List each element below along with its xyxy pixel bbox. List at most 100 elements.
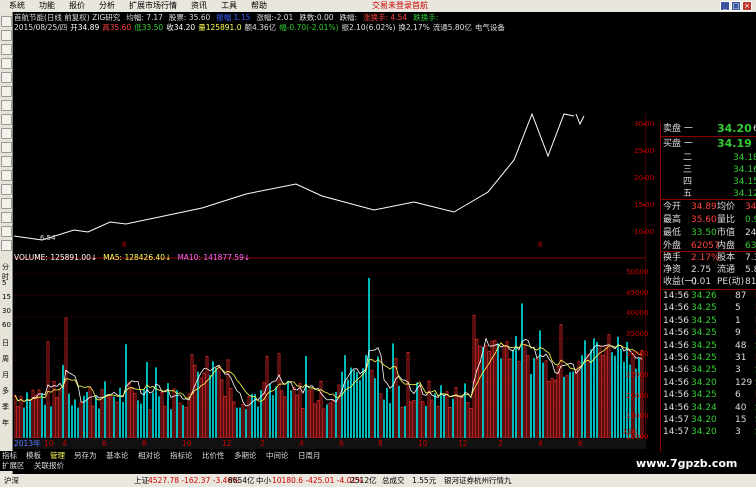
volume-bar — [398, 385, 400, 438]
volume-bar — [368, 278, 370, 438]
menu-item-quote[interactable]: 报价 — [62, 0, 92, 12]
menu-item-analysis[interactable]: 分析 — [92, 0, 122, 12]
trade-login-link[interactable]: 交易未登录 — [372, 0, 412, 12]
tool-icon-9[interactable] — [1, 128, 12, 139]
tool-icon-5[interactable] — [1, 72, 12, 83]
period-quarter[interactable]: 季 — [2, 402, 12, 412]
tool-icon-1[interactable] — [1, 16, 12, 27]
period-multi[interactable]: 多 — [2, 386, 12, 396]
menu-item-function[interactable]: 功能 — [32, 0, 62, 12]
tick-row: 87 — [735, 291, 747, 301]
extension-tab-0[interactable]: 扩展区 — [2, 461, 25, 471]
tick-row: 14:56 — [663, 353, 689, 363]
stat-row: 249.7亿 — [745, 228, 756, 238]
volume-bar — [58, 389, 62, 438]
low-label: 6.54 — [40, 234, 56, 242]
volume-bar — [215, 367, 217, 438]
maximize-button[interactable]: □ — [731, 1, 741, 11]
volume-bar — [469, 408, 473, 438]
indicator-tab-3[interactable]: 另存为 — [74, 451, 97, 461]
volume-bar — [223, 396, 227, 438]
indicator-tab-2[interactable]: 管理 — [50, 451, 65, 461]
price-chart[interactable] — [14, 34, 646, 264]
tool-icon-8[interactable] — [1, 114, 12, 125]
volume-bar — [472, 314, 476, 438]
volume-bar — [239, 407, 241, 438]
stat-row: 市值 — [717, 228, 736, 238]
period-15[interactable]: 15 — [2, 292, 12, 302]
tool-icon-11[interactable] — [1, 156, 12, 167]
menu-item-news[interactable]: 资讯 — [184, 0, 214, 12]
volume-bar — [275, 386, 277, 438]
period-30[interactable]: 30 — [2, 306, 12, 316]
volume-bar — [163, 405, 167, 438]
volume-bar — [77, 407, 79, 438]
menu-item-help[interactable]: 帮助 — [244, 0, 274, 12]
indicator-tab-6[interactable]: 指标论 — [170, 451, 193, 461]
price-axis-tick: 25.00 — [634, 147, 655, 155]
menu-item-system[interactable]: 系统 — [2, 0, 32, 12]
tick-row: 34.20 — [691, 415, 717, 425]
indicator-tab-4[interactable]: 基本论 — [106, 451, 129, 461]
chart-area[interactable]: 首航节能(日线 前复权) ZIG研究 均幅: 7.17 股票: 35.60 振幅 1.… — [14, 12, 756, 474]
tool-icon-6[interactable] — [1, 86, 12, 97]
volume-bar — [23, 407, 25, 438]
volume-bar — [257, 406, 259, 438]
indicator-tab-5[interactable]: 相对论 — [138, 451, 161, 461]
menu-item-tools[interactable]: 工具 — [214, 0, 244, 12]
month-label: 6 — [339, 439, 344, 448]
volume-bar — [100, 389, 104, 438]
info-item: 开34.89 — [70, 23, 100, 32]
indicator-tab-0[interactable]: 指标 — [2, 451, 17, 461]
volume-bar — [434, 393, 436, 438]
menu-bar: 系统 功能 报价 分析 扩展市场行情 资讯 工具 帮助 交易未登录 首航 _ □… — [0, 0, 756, 12]
tool-icon-7[interactable] — [1, 100, 12, 111]
indicator-tab-9[interactable]: 中间论 — [266, 451, 289, 461]
stat-row: 最低 — [663, 228, 682, 238]
volume-bar — [326, 404, 328, 438]
close-button[interactable]: × — [742, 1, 752, 11]
month-label: 10 — [182, 439, 192, 448]
period-day[interactable]: 日 — [2, 338, 12, 348]
tool-icon-16[interactable] — [1, 226, 12, 237]
period-week[interactable]: 周 — [2, 354, 12, 364]
volume-bar — [44, 404, 46, 438]
period-5[interactable]: 5 — [2, 278, 12, 288]
info-item: 幅-0.70(-2.01%) — [279, 23, 339, 32]
stat-row: 均价 — [717, 202, 736, 212]
menu-item-extended-market[interactable]: 扩展市场行情 — [122, 0, 184, 12]
indicator-tab-7[interactable]: 比价性 — [202, 451, 225, 461]
volume-bar — [182, 404, 184, 438]
tool-icon-15[interactable] — [1, 212, 12, 223]
volume-bar — [482, 346, 484, 438]
tool-icon-14[interactable] — [1, 198, 12, 209]
period-month[interactable]: 月 — [2, 370, 12, 380]
period-60[interactable]: 60 — [2, 320, 12, 330]
info-item: 涨换手: 4.54 — [363, 13, 408, 22]
month-label: 8 — [378, 439, 383, 448]
indicator-tab-1[interactable]: 模板 — [26, 451, 41, 461]
extension-tab-1[interactable]: 关联报价 — [34, 461, 64, 471]
indicator-tab-10[interactable]: 日周月 — [298, 451, 321, 461]
month-label: 10 — [418, 439, 428, 448]
first-link[interactable]: 首航 — [412, 0, 428, 12]
tool-icon-17[interactable] — [1, 240, 12, 251]
left-toolbar: 分时 5 15 30 60 日 周 月 多 季 年 — [0, 12, 13, 474]
quote-separator — [661, 251, 756, 252]
tool-icon-3[interactable] — [1, 44, 12, 55]
tool-icon-10[interactable] — [1, 142, 12, 153]
volume-bar — [62, 364, 64, 438]
volume-chart[interactable] — [14, 264, 646, 438]
period-year[interactable]: 年 — [2, 418, 12, 428]
volume-bar — [220, 379, 224, 438]
minimize-button[interactable]: _ — [720, 1, 730, 11]
status-market[interactable]: 沪深 — [4, 474, 19, 487]
info-item: 跌数:0.00 — [299, 13, 334, 22]
tool-icon-12[interactable] — [1, 170, 12, 181]
tool-icon-4[interactable] — [1, 58, 12, 69]
tool-icon-2[interactable] — [1, 30, 12, 41]
tool-icon-13[interactable] — [1, 184, 12, 195]
indicator-tab-8[interactable]: 多期论 — [234, 451, 257, 461]
volume-bar — [95, 396, 97, 438]
stat-row: 内盘 — [717, 241, 736, 251]
